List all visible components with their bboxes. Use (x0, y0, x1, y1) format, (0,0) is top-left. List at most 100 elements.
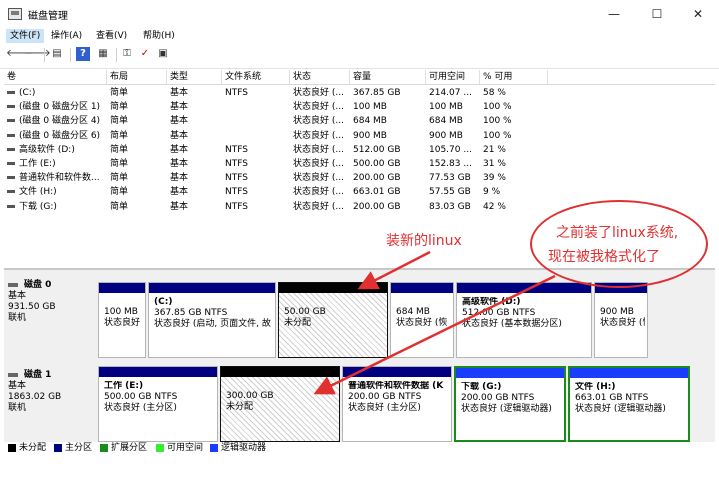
partition-color-bar (149, 283, 275, 293)
table-row[interactable]: 工作 (E:) 简单 基本 NTFS 状态良好 (... 500.00 GB 152.83 … (4, 157, 715, 171)
column-header-layout[interactable]: 布局 (107, 70, 167, 84)
menu-view[interactable]: 查看(V) (92, 29, 131, 43)
disk-icon (8, 372, 18, 377)
volume-fs-cell: NTFS (225, 144, 248, 155)
volume-layout-cell: 简单 (110, 187, 129, 198)
volume-free-cell: 214.07 ... (429, 88, 472, 98)
volume-pct-cell: 39 % (483, 173, 506, 184)
column-header-type[interactable]: 类型 (167, 70, 222, 84)
close-button[interactable]: ✕ (684, 4, 712, 24)
minimize-button[interactable]: — (600, 4, 628, 24)
volume-fs-cell (222, 114, 290, 128)
view-icon[interactable]: ▦ (96, 47, 110, 61)
legend-swatch (100, 443, 108, 452)
partition-block[interactable]: 684 MB 状态良好 (恢 (390, 282, 454, 358)
volume-cap-cell: 663.01 GB (353, 187, 401, 198)
maximize-button[interactable]: ☐ (643, 4, 671, 24)
partition-size: 663.01 GB NTFS (575, 393, 649, 403)
volume-type-cell: 基本 (170, 201, 189, 212)
disk-1-state: 联机 (8, 403, 27, 413)
legend: 未分配 主分区 扩展分区 可用空间 逻辑驱动器 (4, 440, 715, 456)
help-icon[interactable]: ? (76, 47, 90, 61)
volume-name: 普通软件和软件数... (19, 173, 100, 184)
partition-size: 50.00 GB (284, 307, 326, 317)
partition-size: 900 MB (600, 307, 634, 317)
menu-action[interactable]: 操作(A) (47, 29, 86, 43)
forward-arrow-icon[interactable]: 🡒 (24, 47, 51, 61)
volume-fs-cell (222, 100, 290, 114)
table-row[interactable]: 高级软件 (D:) 简单 基本 NTFS 状态良好 (... 512.00 GB 105.7… (4, 143, 715, 157)
column-header-volume[interactable]: 卷 (4, 70, 107, 84)
partition-status: 状态良好 (恢 (600, 318, 645, 328)
partition-block[interactable]: 50.00 GB 未分配 (278, 282, 388, 358)
column-header-capacity[interactable]: 容量 (350, 70, 426, 84)
key-icon[interactable]: ⚿ (120, 47, 134, 61)
column-header-free-space[interactable]: 可用空间 (426, 70, 480, 84)
volume-status-cell: 状态良好 (... (293, 201, 344, 212)
table-row[interactable]: 普通软件和软件数... 简单 基本 NTFS 状态良好 (... 200.00 GB 77.… (4, 171, 715, 185)
legend-extended: 扩展分区 (100, 440, 147, 456)
volume-type-cell: 基本 (170, 187, 189, 198)
partition-size: 684 MB (396, 307, 430, 317)
menu-help[interactable]: 帮助(H) (139, 29, 179, 43)
volume-name: (C:) (19, 88, 36, 98)
partition-color-bar (343, 367, 451, 377)
table-row[interactable]: (磁盘 0 磁盘分区 6) 简单 基本 状态良好 (... 900 MB 900 MB 10… (4, 129, 715, 143)
volume-layout-cell: 简单 (110, 201, 129, 212)
volume-type-cell: 基本 (170, 130, 189, 141)
partition-color-bar (570, 368, 688, 378)
disk-management-icon (8, 8, 22, 20)
volume-name: 文件 (H:) (19, 187, 57, 198)
menu-bar: 文件(F) 操作(A) 查看(V) 帮助(H) (0, 28, 719, 44)
partition-status: 状态良好 (104, 318, 141, 328)
partition-block[interactable]: 300.00 GB 未分配 (220, 366, 340, 442)
legend-label: 可用空间 (167, 443, 204, 453)
partition-block[interactable]: 下载 (G:) 200.00 GB NTFS 状态良好 (逻辑驱动器) (454, 366, 566, 442)
legend-swatch (156, 443, 164, 452)
console-tree-icon[interactable]: ▤ (50, 47, 64, 61)
disk-0-kind: 基本 (8, 291, 27, 301)
partition-block[interactable]: 高级软件 (D:) 512.00 GB NTFS 状态良好 (基本数据分区) (456, 282, 592, 358)
table-row[interactable]: (C:) 简单 基本 NTFS 状态良好 (... 367.85 GB 214.07 ...… (4, 86, 715, 100)
volume-pct-cell: 100 % (483, 102, 512, 113)
partition-block[interactable]: 100 MB 状态良好 (98, 282, 146, 358)
disk-1-title: 磁盘 1 (8, 370, 94, 381)
volume-list-header: 卷 布局 类型 文件系统 状态 容量 可用空间 % 可用 (4, 70, 715, 85)
volume-name-cell: 文件 (H:) (4, 185, 107, 199)
column-header-status[interactable]: 状态 (290, 70, 350, 84)
partition-block[interactable]: 900 MB状态良好 (恢 (594, 282, 648, 358)
volume-layout-cell: 简单 (110, 102, 129, 113)
volume-cap-cell: 684 MB (353, 116, 387, 127)
disk-1-size: 1863.02 GB (8, 392, 62, 402)
legend-unallocated: 未分配 (8, 440, 46, 456)
menu-file[interactable]: 文件(F) (6, 29, 45, 43)
table-row[interactable]: (磁盘 0 磁盘分区 4) 简单 基本 状态良好 (... 684 MB 684 MB 10… (4, 114, 715, 128)
column-header-filesystem[interactable]: 文件系统 (222, 70, 290, 84)
volume-pct-cell: 100 % (483, 130, 512, 141)
partition-status: 未分配 (226, 402, 254, 412)
volume-name-cell: (磁盘 0 磁盘分区 4) (4, 114, 107, 128)
volume-icon (7, 162, 15, 165)
disk-1-kind: 基本 (8, 381, 27, 391)
volume-pct-cell: 9 % (483, 187, 501, 198)
partition-color-bar (456, 368, 564, 378)
partition-block[interactable]: 工作 (E:) 500.00 GB NTFS 状态良好 (主分区) (98, 366, 218, 442)
partition-block[interactable]: 普通软件和软件数据 (K 200.00 GB NTFS 状态良好 (主分区) (342, 366, 452, 442)
table-row[interactable]: 文件 (H:) 简单 基本 NTFS 状态良好 (... 663.01 GB 57.55 G… (4, 185, 715, 199)
volume-name-cell: (磁盘 0 磁盘分区 1) (4, 100, 107, 114)
volume-layout-cell: 简单 (110, 144, 129, 155)
partition-block[interactable]: (C:) 367.85 GB NTFS 状态良好 (启动, 页面文件, 故 (148, 282, 276, 358)
volume-name-cell: 工作 (E:) (4, 157, 107, 171)
properties-icon[interactable]: ▣ (156, 47, 170, 61)
volume-icon (7, 105, 15, 109)
column-header-percent-free[interactable]: % 可用 (480, 70, 548, 84)
partition-block[interactable]: 文件 (H:) 663.01 GB NTFS 状态良好 (逻辑驱动器) (568, 366, 690, 442)
partition-status: 状态良好 (恢 (396, 318, 448, 328)
disk-0-info[interactable]: 磁盘 0 基本 931.50 GB 联机 (8, 280, 94, 324)
volume-fs-cell: NTFS (225, 159, 248, 169)
table-row[interactable]: (磁盘 0 磁盘分区 1) 简单 基本 状态良好 (... 100 MB 100 MB 10… (4, 100, 715, 114)
disk-1-info[interactable]: 磁盘 1 基本 1863.02 GB 联机 (8, 370, 94, 414)
check-icon[interactable]: ✓ (138, 47, 152, 61)
volume-layout-cell: 简单 (110, 159, 129, 169)
back-arrow-icon[interactable]: 🡐 (6, 47, 33, 61)
